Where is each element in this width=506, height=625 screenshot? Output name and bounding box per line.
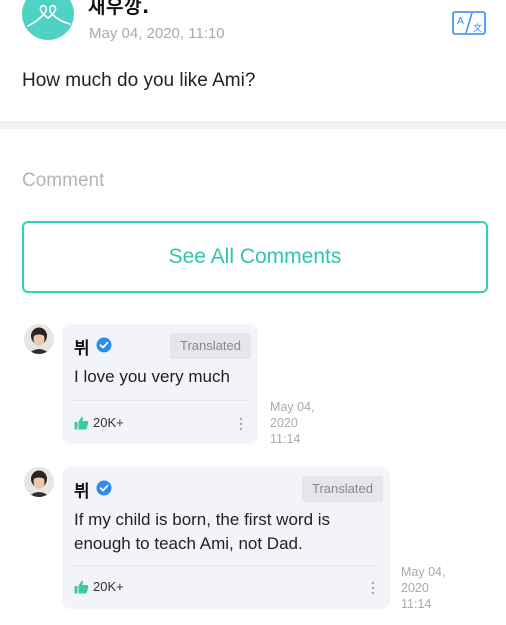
translate-icon: A 文 [452,11,486,35]
comment-time-line: 11:14 [270,432,301,446]
comment-divider [74,565,378,566]
translated-badge: Translated [302,476,383,502]
thumbs-up-icon [74,580,89,593]
comment-date-line: May 04, [401,565,446,579]
comment-section-heading: Comment [22,170,105,191]
translated-badge: Translated [170,333,251,359]
like-count: 20K+ [93,579,124,594]
section-divider [0,121,506,129]
more-options-icon[interactable] [238,416,244,432]
verified-badge-icon [96,480,112,496]
comment-text: I love you very much [74,367,230,386]
comment-year-line: 2020 [270,416,298,430]
verified-badge-icon [96,337,112,353]
comment-text: If my child is born, the first word is e… [74,508,330,556]
comment-bubble: 뷔 Translated If my child is born, the fi… [62,467,390,609]
commenter-avatar[interactable] [24,324,54,354]
comment-author-name[interactable]: 뷔 [74,477,90,502]
post-header: 새우깡. May 04, 2020, 11:10 A 文 [0,0,506,60]
post-timestamp: May 04, 2020, 11:10 [89,25,225,42]
svg-text:文: 文 [473,22,482,34]
svg-text:A: A [457,16,464,27]
comment-time-line: 11:14 [401,597,432,611]
like-count: 20K+ [93,415,124,430]
comment-text-line: enough to teach Ami, not Dad. [74,534,303,553]
comment-bubble: 뷔 Translated I love you very much 20K+ [62,324,258,444]
more-options-icon[interactable] [370,580,376,596]
comment-year-line: 2020 [401,581,429,595]
commenter-avatar[interactable] [24,467,54,497]
thumbs-up-icon [74,416,89,429]
like-button[interactable]: 20K+ [74,415,124,430]
post-body-text: How much do you like Ami? [22,70,256,91]
comment-date-line: May 04, [270,400,315,414]
comment-timestamp: May 04, 2020 11:14 [401,564,445,612]
like-button[interactable]: 20K+ [74,579,124,594]
translate-button[interactable]: A 文 [452,10,486,36]
comment-text-line: If my child is born, the first word is [74,510,331,529]
comment-timestamp: May 04, 2020 11:14 [270,399,314,447]
heart-line-icon [27,4,71,27]
avatar-portrait-icon [24,467,54,497]
author-avatar[interactable] [22,0,74,40]
avatar-portrait-icon [24,324,54,354]
comment-divider [74,400,246,401]
post-author-name[interactable]: 새우깡. [88,0,150,19]
see-all-comments-button[interactable]: See All Comments [22,221,488,293]
comment-author-name[interactable]: 뷔 [74,334,90,359]
